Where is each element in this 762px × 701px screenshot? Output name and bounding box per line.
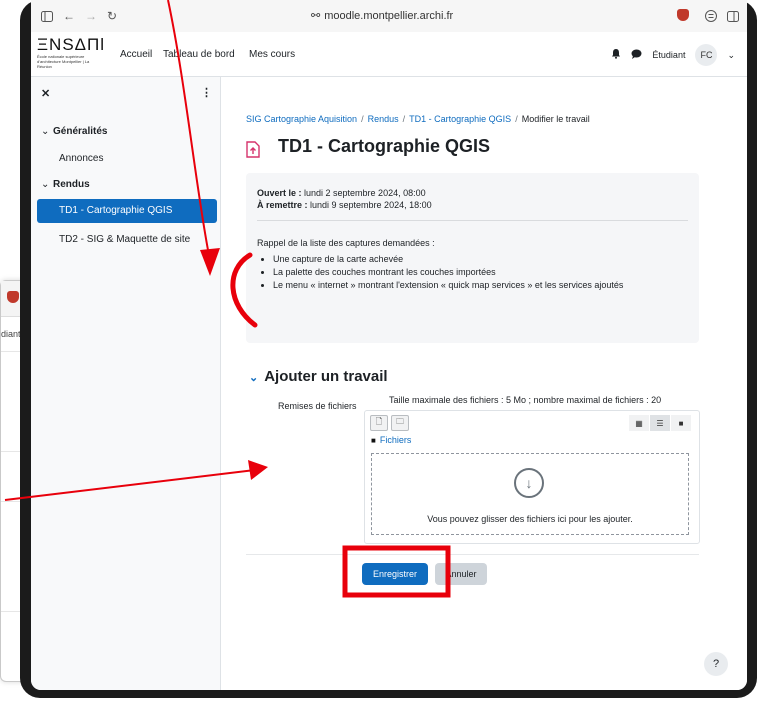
add-file-icon[interactable]: 🗋	[370, 415, 388, 431]
forward-icon[interactable]: →	[83, 8, 99, 24]
reload-icon[interactable]: ↻	[104, 8, 120, 24]
main-content: SIG Cartographie Aquisition / Rendus / TD1 -…	[221, 77, 747, 690]
divider	[246, 554, 699, 555]
folder-label: Fichiers	[379, 435, 412, 445]
section-label: Rendus	[53, 179, 90, 190]
section-generalites[interactable]: ⌄ Généralités	[41, 126, 107, 137]
breadcrumb: SIG Cartographie Aquisition / Rendus / TD1 -…	[246, 114, 590, 124]
breadcrumb-separator: /	[402, 114, 406, 124]
list-item: Le menu « internet » montrant l'extensio…	[273, 279, 693, 292]
download-icon: ↓	[514, 468, 544, 498]
back-icon[interactable]: ←	[61, 8, 77, 24]
kebab-menu-icon[interactable]: ⋮	[201, 86, 212, 99]
nav-accueil[interactable]: Accueil	[120, 49, 152, 60]
help-button[interactable]: ?	[704, 652, 728, 676]
create-folder-icon[interactable]: 🗀	[391, 415, 409, 431]
address-bar[interactable]: ⚯ moodle.montpellier.archi.fr	[311, 9, 453, 22]
breadcrumb-link[interactable]: SIG Cartographie Aquisition	[246, 114, 357, 124]
capture-list: Une capture de la carte achevée La palet…	[257, 253, 693, 292]
page-title: TD1 - Cartographie QGIS	[278, 136, 491, 156]
tabs-icon[interactable]	[725, 8, 741, 24]
shield-icon	[7, 291, 19, 303]
logo-subtitle: École nationale supérieure d'architectur…	[37, 54, 90, 69]
drop-zone[interactable]: ↓ Vous pouvez glisser des fichiers ici p…	[371, 453, 689, 535]
avatar[interactable]: FC	[695, 44, 718, 66]
due-label: À remettre :	[257, 200, 308, 210]
divider	[257, 220, 688, 221]
files-label: Remises de fichiers	[278, 401, 357, 411]
chevron-down-icon: ⌄	[41, 179, 50, 190]
file-picker: 🗋 🗀 ▦ ☰ ■ ■ Fichiers ↓ Vous pouvez glisse…	[364, 410, 700, 544]
browser-toolbar: ← → ↻ ⚯ moodle.montpellier.archi.fr	[31, 0, 747, 33]
section-title: Ajouter un travail	[264, 368, 388, 385]
drawer-item-td2[interactable]: TD2 - SIG & Maquette de site	[37, 228, 217, 252]
folder-icon: ■	[371, 436, 376, 445]
opened-value: lundi 2 septembre 2024, 08:00	[301, 188, 426, 198]
chevron-down-icon: ⌄	[41, 126, 50, 137]
opened-label: Ouvert le :	[257, 188, 302, 198]
site-navbar: ΞNSΔΠl École nationale supérieure d'arch…	[31, 32, 747, 77]
activity-dates: Ouvert le : lundi 2 septembre 2024, 08:0…	[257, 187, 432, 211]
site-logo[interactable]: ΞNSΔΠl École nationale supérieure d'arch…	[37, 35, 106, 70]
intro-text: Rappel de la liste des captures demandée…	[257, 238, 435, 248]
reader-icon[interactable]	[703, 8, 719, 24]
breadcrumb-link[interactable]: TD1 - Cartographie QGIS	[409, 114, 511, 124]
nav-tableau-de-bord[interactable]: Tableau de bord	[163, 49, 235, 60]
section-toggle[interactable]: ⌄ Ajouter un travail	[249, 368, 388, 385]
chevron-down-icon: ⌄	[249, 372, 259, 384]
breadcrumb-current: Modifier le travail	[521, 114, 590, 124]
drawer-item-td1[interactable]: TD1 - Cartographie QGIS	[37, 199, 217, 223]
ublock-icon[interactable]	[677, 9, 689, 21]
drawer-item-annonces[interactable]: Annonces	[37, 147, 217, 171]
bell-icon[interactable]	[611, 48, 621, 62]
screen: ← → ↻ ⚯ moodle.montpellier.archi.fr ΞNSΔΠ…	[31, 0, 747, 690]
user-area: Étudiant FC ⌄	[611, 44, 735, 66]
section-label: Généralités	[53, 126, 108, 137]
breadcrumb-separator: /	[361, 114, 364, 124]
save-button[interactable]: Enregistrer	[362, 563, 428, 585]
chat-icon[interactable]	[631, 49, 642, 62]
url-text: moodle.montpellier.archi.fr	[324, 10, 454, 22]
breadcrumb-link[interactable]: Rendus	[368, 114, 399, 124]
activity-info: Ouvert le : lundi 2 septembre 2024, 08:0…	[246, 173, 699, 343]
tablet-frame: ← → ↻ ⚯ moodle.montpellier.archi.fr ΞNSΔΠ…	[20, 0, 757, 698]
folder-path[interactable]: ■ Fichiers	[371, 435, 411, 445]
tree-view-icon[interactable]: ■	[671, 415, 691, 431]
link-icon: ⚯	[311, 10, 321, 22]
nav-mes-cours[interactable]: Mes cours	[249, 49, 295, 60]
due-value: lundi 9 septembre 2024, 18:00	[307, 200, 432, 210]
section-rendus[interactable]: ⌄ Rendus	[41, 179, 90, 190]
logo-text: ΞNSΔΠl	[37, 35, 106, 54]
cancel-button[interactable]: Annuler	[435, 563, 487, 585]
list-view-icon[interactable]: ☰	[650, 415, 670, 431]
course-index-drawer: ✕ ⋮ ⌄ Généralités Annonces ⌄ Rendus TD1 - …	[31, 77, 221, 690]
file-limits: Taille maximale des fichiers : 5 Mo ; no…	[389, 395, 662, 405]
sidebar-icon[interactable]	[39, 8, 55, 24]
drop-text: Vous pouvez glisser des fichiers ici pou…	[427, 514, 633, 524]
list-item: La palette des couches montrant les couc…	[273, 266, 693, 279]
role-label: Étudiant	[652, 50, 686, 60]
close-icon[interactable]: ✕	[41, 87, 50, 100]
assignment-icon	[246, 141, 260, 158]
grid-view-icon[interactable]: ▦	[629, 415, 649, 431]
breadcrumb-separator: /	[515, 114, 518, 124]
list-item: Une capture de la carte achevée	[273, 253, 693, 266]
background-window-text: diant	[1, 329, 21, 339]
chevron-down-icon[interactable]: ⌄	[727, 50, 735, 61]
